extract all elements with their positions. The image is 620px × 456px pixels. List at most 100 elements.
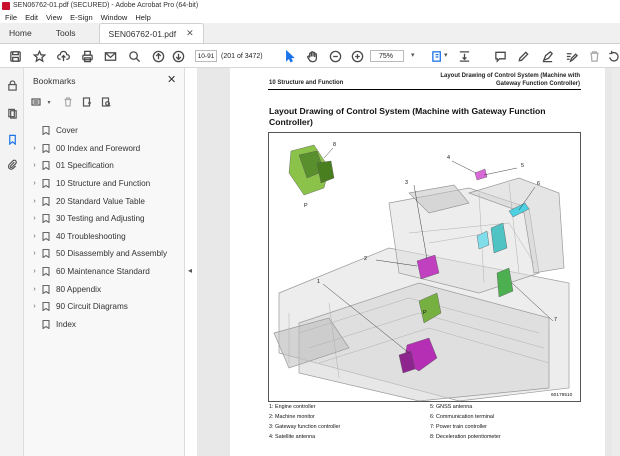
comment-icon[interactable] xyxy=(491,47,509,65)
bookmark-item[interactable]: › 40 Troubleshooting xyxy=(30,228,182,246)
pen-icon[interactable] xyxy=(514,47,532,65)
edit-pdf-icon[interactable] xyxy=(562,47,580,65)
bookmark-item[interactable]: › 01 Specification xyxy=(30,157,182,175)
new-bookmark-icon[interactable] xyxy=(81,96,93,108)
bookmark-label: 60 Maintenance Standard xyxy=(56,267,150,277)
search-icon[interactable] xyxy=(125,47,143,65)
bookmark-label: 80 Appendix xyxy=(56,284,102,294)
tab-bar: Home Tools SEN06762-01.pdf ✕ xyxy=(0,23,620,44)
collapse-panel-icon[interactable]: ◂ xyxy=(188,266,192,275)
callout-4: 4 xyxy=(447,155,450,161)
menu-view[interactable]: View xyxy=(46,13,62,22)
page-number-input[interactable]: 10-91 xyxy=(195,50,217,62)
highlight-icon[interactable] xyxy=(538,47,556,65)
legend-item: 1: Engine controller xyxy=(269,404,316,410)
machine-illustration xyxy=(273,144,570,401)
expand-chevron-icon[interactable]: › xyxy=(30,233,39,240)
acrobat-app-icon xyxy=(2,1,10,10)
page-display-dropdown-icon[interactable]: ▾ xyxy=(444,51,448,59)
bookmark-label: 50 Disassembly and Assembly xyxy=(56,249,168,259)
expand-chevron-icon[interactable]: › xyxy=(30,303,39,310)
callout-p-mid: P xyxy=(423,310,427,316)
bookmark-item[interactable]: › 80 Appendix xyxy=(30,280,182,298)
tab-tools-label: Tools xyxy=(55,28,76,38)
tab-home[interactable]: Home xyxy=(0,23,41,43)
bookmark-label: 40 Troubleshooting xyxy=(56,231,126,241)
bookmark-label: 01 Specification xyxy=(56,161,114,171)
close-tab-icon[interactable]: ✕ xyxy=(186,28,194,39)
control-system-figure: 8 P 4 5 3 6 2 P 1 7 60179510 xyxy=(268,132,581,402)
expand-chevron-icon[interactable]: › xyxy=(30,145,39,152)
menu-file[interactable]: File xyxy=(5,13,17,22)
menu-edit[interactable]: Edit xyxy=(25,13,38,22)
menu-bar: File Edit View E-Sign Window Help xyxy=(0,11,620,23)
attachments-icon[interactable] xyxy=(5,157,19,171)
expand-chevron-icon[interactable]: › xyxy=(30,268,39,275)
tab-document-label: SEN06762-01.pdf xyxy=(108,28,177,39)
expand-chevron-icon[interactable]: › xyxy=(30,180,39,187)
window-title-bar: SEN06762-01.pdf (SECURED) - Adobe Acroba… xyxy=(0,0,620,11)
bookmark-label: Cover xyxy=(56,126,78,136)
bookmark-label: 90 Circuit Diagrams xyxy=(56,302,128,312)
legend-item: 2: Machine monitor xyxy=(269,414,315,420)
menu-window[interactable]: Window xyxy=(101,13,128,22)
menu-help[interactable]: Help xyxy=(135,13,150,22)
document-title: Layout Drawing of Control System (Machin… xyxy=(269,106,546,127)
bookmark-item[interactable]: › 10 Structure and Function xyxy=(30,175,182,193)
bookmark-icon xyxy=(42,214,50,224)
legend-item: 6: Communication terminal xyxy=(430,414,495,420)
bookmark-item[interactable]: Index xyxy=(30,316,182,334)
zoom-in-icon[interactable] xyxy=(348,47,366,65)
delete-icon[interactable] xyxy=(585,47,603,65)
page-down-icon[interactable] xyxy=(169,47,187,65)
bookmark-icon xyxy=(42,249,50,259)
bookmark-item[interactable]: Cover xyxy=(30,122,182,140)
expand-chevron-icon[interactable]: › xyxy=(30,286,39,293)
select-cursor-icon[interactable] xyxy=(280,47,298,65)
panel-title: Bookmarks xyxy=(33,76,76,86)
callout-3: 3 xyxy=(405,180,408,186)
search-bookmark-icon[interactable] xyxy=(100,96,112,108)
bookmark-icon xyxy=(42,196,50,207)
expand-chevron-icon[interactable]: › xyxy=(30,198,39,205)
bookmark-icon xyxy=(42,143,50,154)
expand-chevron-icon[interactable]: › xyxy=(30,250,39,257)
page-thumbnails-icon[interactable] xyxy=(5,106,19,120)
tab-tools[interactable]: Tools xyxy=(47,23,85,43)
options-menu-icon[interactable] xyxy=(30,96,42,108)
bookmark-item[interactable]: › 60 Maintenance Standard xyxy=(30,263,182,281)
upload-cloud-icon[interactable] xyxy=(54,47,72,65)
expand-chevron-icon[interactable]: › xyxy=(30,215,39,222)
rotate-icon[interactable] xyxy=(604,47,620,65)
menu-esign[interactable]: E-Sign xyxy=(70,13,93,22)
figure-code: 60179510 xyxy=(551,393,573,398)
bookmark-item[interactable]: › 20 Standard Value Table xyxy=(30,192,182,210)
bookmark-icon xyxy=(42,302,50,312)
bookmark-item[interactable]: › 50 Disassembly and Assembly xyxy=(30,245,182,263)
delete-bookmark-icon[interactable] xyxy=(62,96,74,108)
lock-icon[interactable] xyxy=(5,78,19,92)
bookmark-star-icon[interactable] xyxy=(30,47,48,65)
legend-item: 4: Satellite antenna xyxy=(269,434,316,440)
legend-item: 3: Gateway function controller xyxy=(269,424,341,430)
zoom-level-field[interactable]: 75% xyxy=(370,50,404,62)
page-header-section: 10 Structure and Function xyxy=(269,80,344,86)
zoom-dropdown-icon[interactable]: ▾ xyxy=(411,51,415,59)
bookmark-item[interactable]: › 00 Index and Foreword xyxy=(30,140,182,158)
bookmark-icon xyxy=(42,179,50,189)
vertical-scrollbar[interactable] xyxy=(612,68,620,456)
print-icon[interactable] xyxy=(78,47,96,65)
zoom-out-icon[interactable] xyxy=(326,47,344,65)
page-up-icon[interactable] xyxy=(149,47,167,65)
tab-document[interactable]: SEN06762-01.pdf ✕ xyxy=(98,23,204,43)
envelope-icon[interactable] xyxy=(101,47,119,65)
bookmarks-panel-icon[interactable] xyxy=(5,132,19,146)
close-panel-icon[interactable]: ✕ xyxy=(167,73,176,86)
save-icon[interactable] xyxy=(6,47,24,65)
hand-tool-icon[interactable] xyxy=(303,47,321,65)
bookmark-item[interactable]: › 30 Testing and Adjusting xyxy=(30,210,182,228)
bookmark-item[interactable]: › 90 Circuit Diagrams xyxy=(30,298,182,316)
options-dropdown-icon[interactable]: ▾ xyxy=(43,96,55,108)
expand-chevron-icon[interactable]: › xyxy=(30,162,39,169)
scroll-mode-icon[interactable] xyxy=(455,47,473,65)
